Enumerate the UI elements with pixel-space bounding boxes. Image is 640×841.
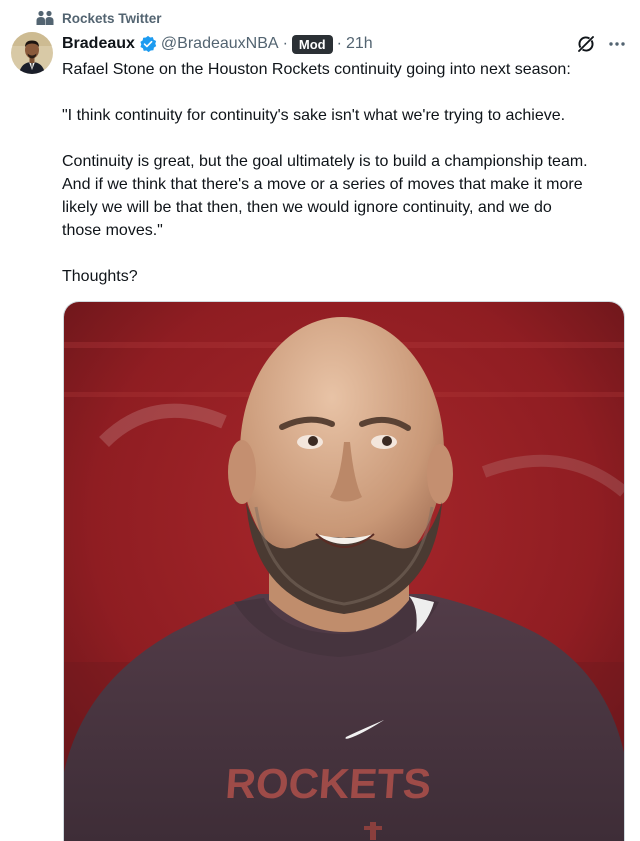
tweet-line: And if we think that there's a move or a…: [62, 176, 583, 193]
community-icon: [36, 10, 54, 25]
tweet-line: likely we will be that then, then we wou…: [62, 199, 552, 216]
verified-badge-icon: [140, 35, 157, 53]
tweet-line: those moves.": [62, 222, 163, 239]
author-display-name[interactable]: Bradeaux: [62, 35, 135, 53]
tweet-line: Continuity is great, but the goal ultima…: [62, 153, 588, 170]
avatar[interactable]: [11, 32, 53, 74]
author-handle[interactable]: @BradeauxNBA: [161, 35, 279, 53]
more-icon[interactable]: [608, 35, 626, 53]
tweet-line: Rafael Stone on the Houston Rockets cont…: [62, 61, 571, 78]
tweet-text: Rafael Stone on the Houston Rockets cont…: [62, 58, 622, 288]
separator-dot: ·: [336, 35, 342, 52]
tweet-timestamp[interactable]: 21h: [346, 35, 373, 53]
community-header[interactable]: Rockets Twitter: [36, 9, 162, 27]
tweet-header: Bradeaux @BradeauxNBA · Mod · 21h: [62, 33, 626, 55]
tweet-media-photo[interactable]: ROCKETS: [63, 301, 625, 841]
shirt-rockets-text: ROCKETS: [224, 760, 433, 807]
grok-icon[interactable]: [576, 34, 596, 54]
community-name[interactable]: Rockets Twitter: [62, 11, 162, 26]
separator-dot: ·: [282, 35, 288, 52]
mod-badge: Mod: [291, 34, 333, 54]
tweet-line: "I think continuity for continuity's sak…: [62, 107, 566, 124]
tweet-line: Thoughts?: [62, 268, 138, 285]
